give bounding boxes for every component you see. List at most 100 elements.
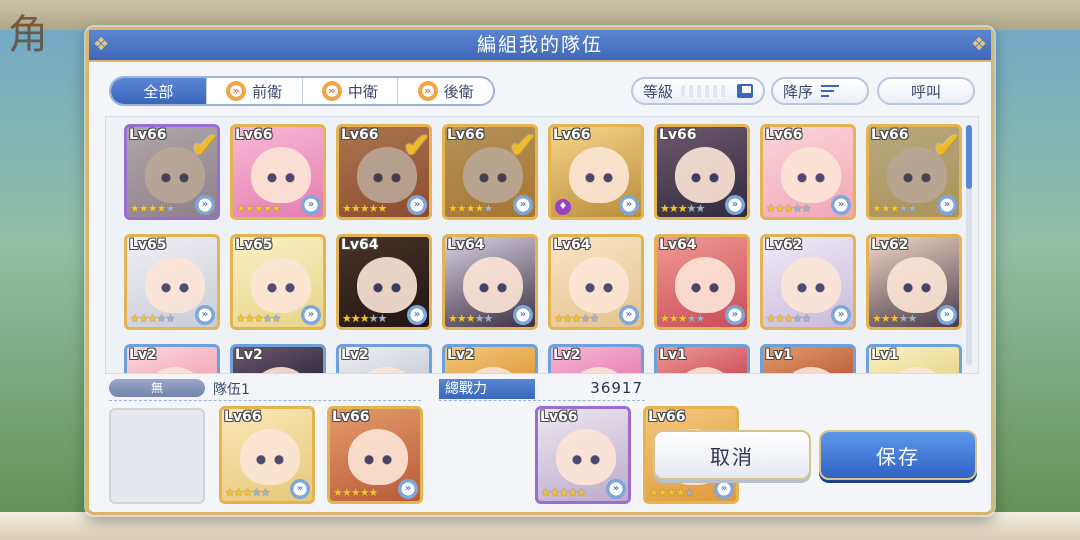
cancel-button[interactable]: 取消	[653, 430, 811, 480]
position-chevron-icon: »	[195, 195, 215, 215]
character-level: Lv66	[129, 127, 167, 143]
character-card[interactable]: Lv66 ★★★★★»	[535, 406, 631, 504]
star-icon: ★	[483, 312, 494, 325]
star-icon: ★	[695, 202, 706, 215]
star-icon: ★	[889, 202, 900, 215]
tab-1[interactable]: » 前衛	[207, 78, 303, 104]
character-card[interactable]: Lv66 ♦ »	[548, 124, 644, 220]
character-card[interactable]: Lv2	[442, 344, 538, 373]
character-card[interactable]: Lv1	[654, 344, 750, 373]
character-card[interactable]: Lv64 ★★★★★»	[654, 234, 750, 330]
character-card[interactable]: Lv2	[336, 344, 432, 373]
star-icon: ★	[456, 312, 467, 325]
star-icon: ★	[251, 486, 262, 499]
character-grid: Lv66 ★★★★★» ✔ Lv66 ★★★★★» Lv66 ★★★★★» ✔ Lv66 ★★★★…	[124, 124, 962, 373]
checkmark-icon: ✔	[932, 126, 961, 166]
character-portrait	[556, 429, 616, 485]
star-icon: ★	[541, 486, 551, 499]
character-card[interactable]: Lv65 ★★★★★»	[124, 234, 220, 330]
star-icon: ★	[350, 312, 361, 325]
character-card[interactable]: Lv2	[230, 344, 326, 373]
star-icon: ★	[783, 202, 794, 215]
character-card[interactable]: Lv66 ★★★★★ » ✔	[124, 124, 220, 220]
position-chevron-icon: »	[398, 479, 418, 499]
star-icon: ★	[474, 312, 485, 325]
position-chevron-icon: »	[290, 479, 310, 499]
sort-descending-icon	[821, 85, 840, 97]
scrollbar-thumb[interactable]	[966, 125, 972, 189]
character-portrait	[887, 367, 947, 373]
divider	[439, 400, 645, 401]
tab-0[interactable]: 全部	[111, 78, 207, 104]
empty-team-slot[interactable]	[109, 408, 205, 504]
character-card[interactable]: Lv66 ★★★★★»	[219, 406, 315, 504]
star-icon: ★	[792, 202, 803, 215]
character-card[interactable]: Lv62 ★★★★★»	[866, 234, 962, 330]
character-card[interactable]: Lv64 ★★★★★»	[336, 234, 432, 330]
star-icon: ★	[558, 486, 569, 499]
star-icon: ★	[589, 312, 600, 325]
position-chevron-icon: »	[937, 305, 957, 325]
star-icon: ★	[465, 202, 476, 215]
character-card[interactable]: Lv66 ★★★★★» ✔	[336, 124, 432, 220]
character-card[interactable]: Lv1	[866, 344, 962, 373]
star-icon: ★	[774, 202, 785, 215]
position-chevron-icon: »	[725, 305, 745, 325]
character-level: Lv66	[648, 409, 686, 425]
tab-2[interactable]: » 中衛	[303, 78, 399, 104]
star-icon: ★	[448, 312, 458, 325]
star-icon: ★	[271, 312, 282, 325]
save-button[interactable]: 保存	[819, 430, 977, 480]
game-logo: 角	[8, 12, 48, 58]
star-icon: ★	[156, 312, 167, 325]
star-icon: ★	[783, 312, 794, 325]
star-icon: ★	[260, 486, 271, 499]
character-card[interactable]: Lv62 ★★★★★»	[760, 234, 856, 330]
character-card[interactable]: Lv66 ★★★★★» ✔	[442, 124, 538, 220]
star-rating: ★★★★★	[130, 202, 175, 215]
character-level: Lv62	[765, 237, 803, 253]
character-card[interactable]: Lv1	[760, 344, 856, 373]
star-rating: ★★★★★	[342, 202, 387, 215]
star-icon: ★	[359, 202, 370, 215]
character-level: Lv65	[235, 237, 273, 253]
character-portrait	[251, 367, 311, 373]
character-card[interactable]: Lv64 ★★★★★»	[442, 234, 538, 330]
star-icon: ★	[668, 202, 679, 215]
star-rating: ★★★★★	[872, 202, 917, 215]
star-icon: ★	[562, 312, 573, 325]
checkmark-icon: ✔	[190, 126, 219, 166]
sort-level-button[interactable]: 等級	[631, 77, 765, 105]
character-card[interactable]: Lv64 ★★★★★»	[548, 234, 644, 330]
call-button[interactable]: 呼叫	[877, 77, 975, 105]
character-portrait	[145, 367, 205, 373]
star-icon: ★	[660, 202, 670, 215]
character-portrait	[781, 147, 841, 203]
star-icon: ★	[774, 312, 785, 325]
character-card[interactable]: Lv66 ★★★★★» ✔	[866, 124, 962, 220]
character-card[interactable]: Lv66 ★★★★★»	[760, 124, 856, 220]
character-level: Lv66	[765, 127, 803, 143]
star-icon: ★	[448, 202, 458, 215]
sort-order-button[interactable]: 降序	[771, 77, 869, 105]
character-card[interactable]: Lv66 ★★★★★»	[230, 124, 326, 220]
sort-level-label: 等級	[643, 82, 674, 101]
sort-order-label: 降序	[783, 82, 814, 101]
dialog-title-bar: ❖ 編組我的隊伍 ❖	[89, 30, 991, 62]
total-power-label: 總戰力	[439, 379, 535, 399]
character-level: Lv64	[341, 237, 379, 253]
divider	[109, 400, 421, 401]
character-portrait	[240, 429, 300, 485]
character-card[interactable]: Lv65 ★★★★★»	[230, 234, 326, 330]
star-rating: ★★★★★	[342, 312, 387, 325]
character-card[interactable]: Lv2	[124, 344, 220, 373]
star-icon: ★	[474, 202, 485, 215]
character-card[interactable]: Lv2	[548, 344, 644, 373]
star-rating: ★★★★★	[225, 486, 271, 499]
character-card[interactable]: Lv66 ★★★★★»	[327, 406, 423, 504]
grid-scrollbar[interactable]	[966, 125, 972, 365]
position-chevron-icon: »	[321, 81, 342, 101]
tab-3[interactable]: » 後衛	[398, 78, 493, 104]
position-chevron-icon: »	[831, 195, 851, 215]
character-card[interactable]: Lv66 ★★★★★»	[654, 124, 750, 220]
